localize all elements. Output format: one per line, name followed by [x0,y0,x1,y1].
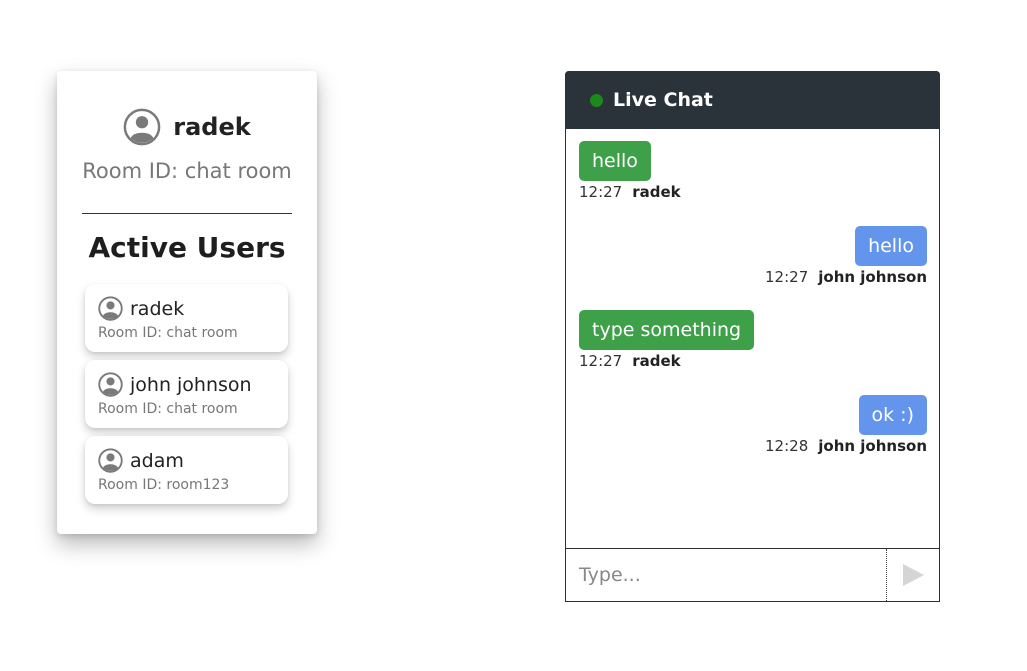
chat-message: ok :) 12:28 john johnson [765,395,927,455]
user-room-id: Room ID: room123 [98,477,230,493]
chat-message: hello 12:27 radek [579,141,681,201]
message-meta: 12:27 radek [579,352,754,370]
send-button[interactable] [886,549,939,601]
user-name: adam [130,449,184,472]
message-bubble: hello [855,226,927,266]
chat-input-row [566,548,939,601]
user-name: john johnson [130,373,252,396]
user-room-id: Room ID: chat room [98,325,238,341]
user-card[interactable]: adam Room ID: room123 [85,436,288,504]
message-time: 12:27 [579,183,623,201]
chat-header: Live Chat [565,71,940,129]
message-bubble: type something [579,310,755,350]
chat-title: Live Chat [613,89,713,111]
message-input[interactable] [566,549,886,601]
send-triangle-icon [903,564,924,586]
message-bubble: ok :) [858,395,927,435]
message-author: john johnson [818,268,927,286]
current-room-id: Room ID: chat room [82,159,292,183]
user-circle-icon [98,296,123,321]
users-panel: radek Room ID: chat room Active Users ra… [57,71,317,534]
message-author: john johnson [818,437,927,455]
user-circle-icon [123,108,161,146]
user-room-id: Room ID: chat room [98,401,238,417]
message-author: radek [632,183,681,201]
message-time: 12:27 [765,268,809,286]
chat-window: Live Chat hello 12:27 radek hello 12:27 jo… [565,71,940,602]
active-users-title: Active Users [88,231,286,264]
message-meta: 12:28 john johnson [765,437,927,455]
user-circle-icon [98,448,123,473]
chat-message: hello 12:27 john johnson [765,226,927,286]
user-name: radek [130,297,185,320]
online-status-dot [590,93,603,107]
message-time: 12:28 [765,437,809,455]
divider [82,213,292,214]
current-user-name: radek [173,113,251,141]
current-user: radek [57,107,317,147]
message-time: 12:27 [579,352,623,370]
message-meta: 12:27 radek [579,183,681,201]
chat-message: type something 12:27 radek [579,310,755,370]
message-author: radek [632,352,681,370]
user-circle-icon [98,372,123,397]
user-card[interactable]: john johnson Room ID: chat room [85,360,288,428]
message-meta: 12:27 john johnson [765,268,927,286]
user-card[interactable]: radek Room ID: chat room [85,284,288,352]
message-bubble: hello [579,141,651,181]
